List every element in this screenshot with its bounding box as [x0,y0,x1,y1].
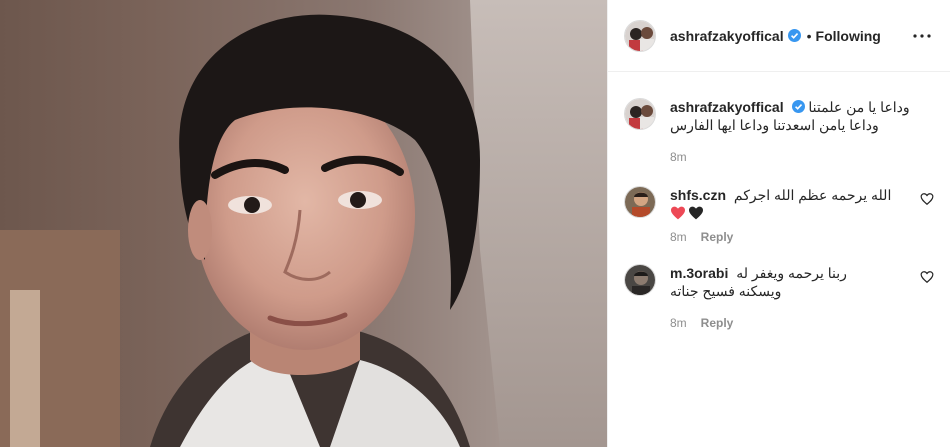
commenter-avatar[interactable] [624,264,656,296]
comment-time: 8m [670,316,687,330]
verified-badge-icon [791,100,805,113]
red-heart-emoji-icon [671,206,685,220]
verified-badge-icon [787,29,801,42]
caption-avatar[interactable] [624,98,656,130]
reply-button[interactable]: Reply [701,230,734,244]
caption: ashrafzakyoffical وداعا يا من علمتنا ودا… [624,98,934,164]
post-side-panel: ashrafzakyoffical • Following ashrafzaky… [607,0,950,447]
post-photo[interactable] [0,0,607,447]
commenter-avatar[interactable] [624,186,656,218]
post-dialog: ashrafzakyoffical • Following ashrafzaky… [0,0,950,447]
comment-time: 8m [670,230,687,244]
comments-list: ashrafzakyoffical وداعا يا من علمتنا ودا… [608,72,950,330]
caption-username[interactable]: ashrafzakyoffical [670,99,784,115]
like-comment-heart-icon[interactable] [920,270,934,284]
reply-button[interactable]: Reply [701,316,734,330]
like-comment-heart-icon[interactable] [920,192,934,206]
comment-username[interactable]: shfs.czn [670,187,726,203]
comment-emojis [670,206,912,220]
caption-text-line2: وداعا يامن اسعدتنا وداعا ايها الفارس [670,117,879,133]
comment-text: الله يرحمه عظم الله اجركم [733,187,892,203]
more-options-icon[interactable] [910,24,934,48]
comment-username[interactable]: m.3orabi [670,265,728,281]
following-button[interactable]: Following [816,28,881,44]
black-heart-emoji-icon [689,206,703,220]
header-separator: • [806,27,812,44]
comment-text-line1: ربنا يرحمه ويغفر له [736,265,847,281]
comment-item: shfs.czn الله يرحمه عظم الله اجركم 8m Re… [624,186,934,244]
author-username[interactable]: ashrafzakyoffical [670,28,784,44]
post-header: ashrafzakyoffical • Following [608,0,950,72]
comment-item: m.3orabi ربنا يرحمه ويغفر له ويسكنه فسيح… [624,264,934,330]
comment-text-line2: ويسكنه فسيح جناته [670,283,782,299]
portrait-image [0,0,607,447]
author-avatar[interactable] [624,19,656,52]
caption-text-line1: وداعا يا من علمتنا [808,99,910,115]
caption-time: 8m [670,150,687,164]
